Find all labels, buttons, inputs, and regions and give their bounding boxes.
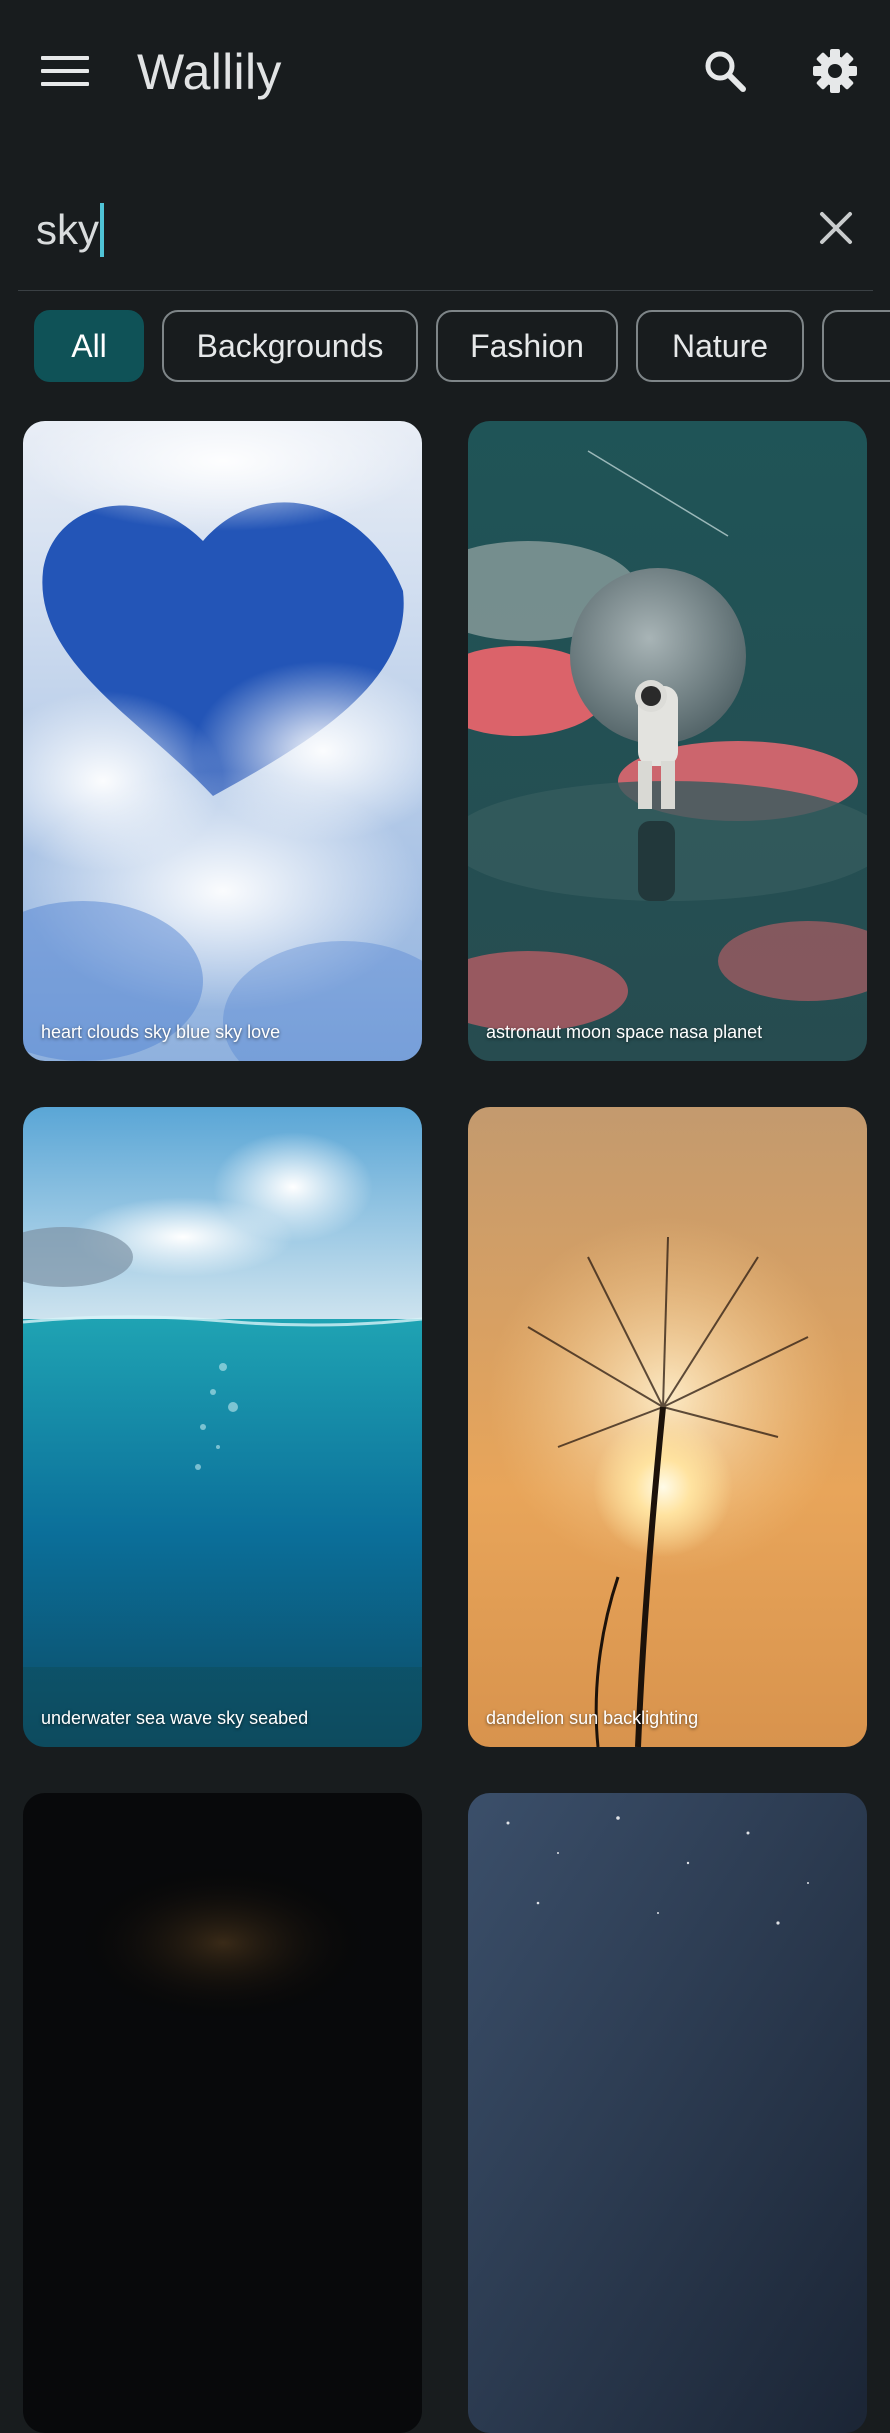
search-button[interactable] xyxy=(690,38,760,108)
wallpaper-tags: dandelion sun backlighting xyxy=(486,1708,699,1728)
search-bar: sky xyxy=(18,170,873,291)
chip-backgrounds[interactable]: Backgrounds xyxy=(162,310,418,382)
hamburger-menu-icon xyxy=(41,55,89,92)
chip-all[interactable]: All xyxy=(34,310,144,382)
wallpaper-card[interactable]: underwater sea wave sky seabed xyxy=(23,1107,422,1747)
text-cursor xyxy=(100,203,104,257)
chip-nature[interactable]: Nature xyxy=(636,310,804,382)
gear-icon xyxy=(812,48,858,99)
clear-search-button[interactable] xyxy=(800,194,872,266)
wallpaper-card[interactable]: dandelion sun backlighting xyxy=(468,1107,867,1747)
wallpaper-tags: heart clouds sky blue sky love xyxy=(41,1022,281,1042)
settings-button[interactable] xyxy=(800,38,870,108)
wallpaper-card[interactable]: astronaut moon space nasa planet xyxy=(468,421,867,1061)
category-chips: All Backgrounds Fashion Nature xyxy=(34,310,890,386)
search-icon xyxy=(703,49,747,98)
wallpaper-tags: underwater sea wave sky seabed xyxy=(41,1708,309,1728)
close-icon xyxy=(818,210,854,251)
app-title: Wallily xyxy=(137,44,282,100)
wallpaper-card[interactable] xyxy=(23,1793,422,2433)
wallpaper-card[interactable]: heart clouds sky blue sky love xyxy=(23,421,422,1061)
app-bar: Wallily xyxy=(0,0,890,148)
search-query-text: sky xyxy=(36,206,99,253)
wallpaper-tags: astronaut moon space nasa planet xyxy=(486,1022,763,1042)
chip-more[interactable] xyxy=(822,310,890,382)
menu-button[interactable] xyxy=(30,38,100,108)
wallpaper-card[interactable] xyxy=(468,1793,867,2433)
search-input[interactable]: sky xyxy=(36,194,104,266)
chip-fashion[interactable]: Fashion xyxy=(436,310,618,382)
